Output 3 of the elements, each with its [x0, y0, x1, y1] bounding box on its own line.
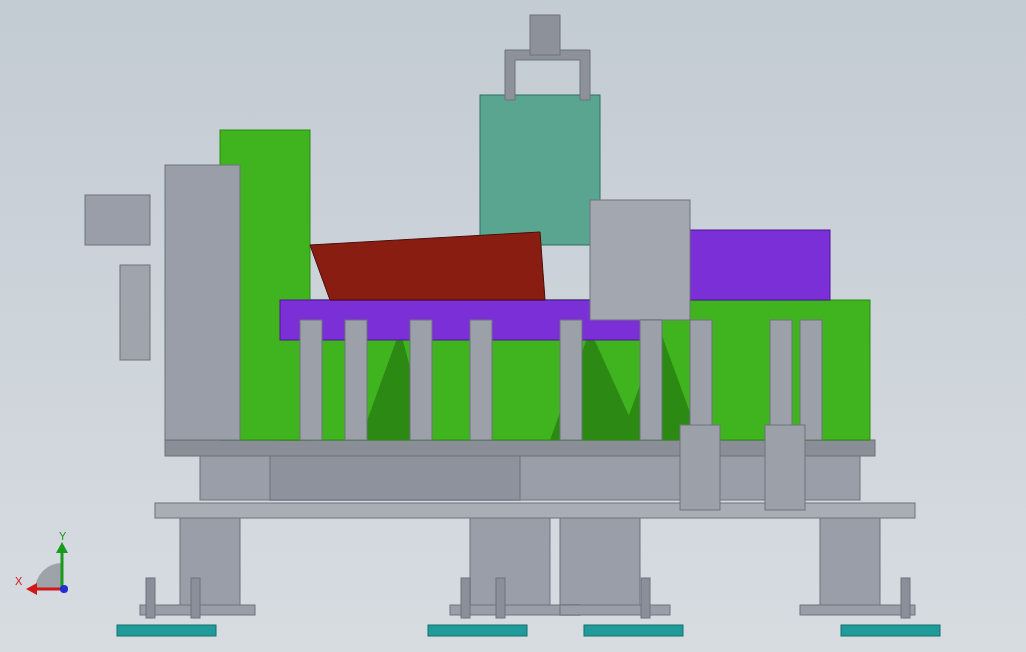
y-axis-label: Y	[59, 531, 67, 542]
axis-triad-icon	[26, 542, 68, 595]
x-axis-label: X	[15, 576, 23, 587]
